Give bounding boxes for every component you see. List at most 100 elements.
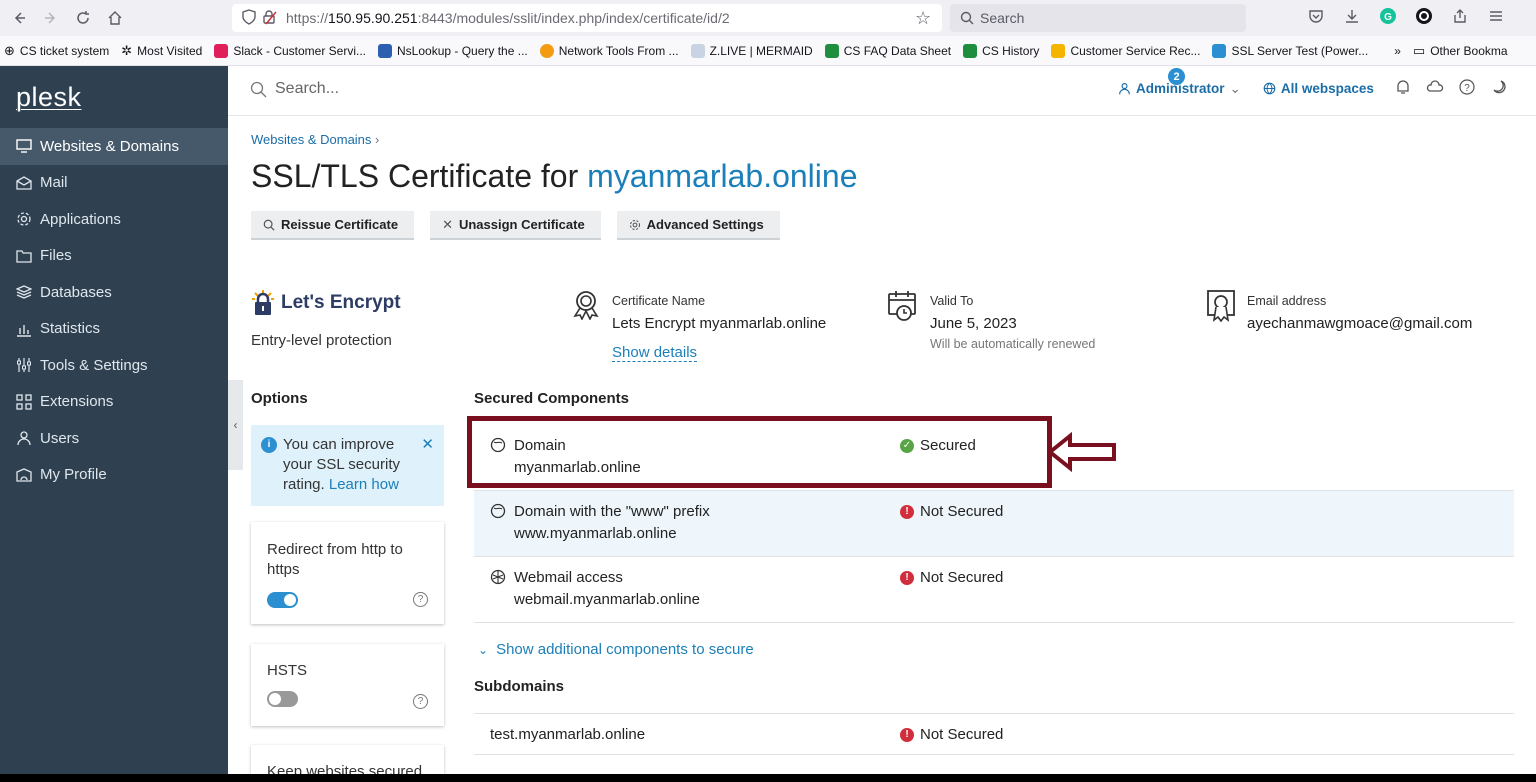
page-title-domain[interactable]: myanmarlab.online xyxy=(587,158,857,194)
mail-icon xyxy=(16,176,32,190)
calendar-clock-icon xyxy=(888,291,916,321)
bar-chart-icon xyxy=(17,324,31,337)
show-details-link[interactable]: Show details xyxy=(612,344,698,362)
user-icon xyxy=(17,431,31,446)
bookmark-item[interactable]: ✲ Most Visited xyxy=(121,43,202,59)
menu-icon[interactable] xyxy=(1485,5,1507,27)
sidebar-item-applications[interactable]: Applications xyxy=(0,201,228,238)
error-icon: ! xyxy=(900,727,914,742)
sidebar-item-files[interactable]: Files xyxy=(0,238,228,275)
forward-icon[interactable] xyxy=(38,5,64,31)
learn-how-link[interactable]: Learn how xyxy=(329,476,399,493)
sidebar-item-websites-domains[interactable]: Websites & Domains xyxy=(0,128,228,165)
bookmark-item[interactable]: ▭ Other Bookma xyxy=(1413,43,1508,59)
sidebar-item-extensions[interactable]: Extensions xyxy=(0,384,228,421)
browser-search[interactable]: Search xyxy=(950,4,1246,32)
bookmark-item[interactable]: Network Tools From ... xyxy=(539,43,679,58)
subdomains-heading: Subdomains xyxy=(474,678,565,695)
sheets-icon xyxy=(824,43,839,58)
sidebar-item-users[interactable]: Users xyxy=(0,420,228,457)
cloud-icon[interactable] xyxy=(1426,78,1444,99)
search-icon xyxy=(960,11,974,25)
valid-to-block: Valid To June 5, 2023 Will be automatica… xyxy=(888,290,1095,351)
bell-icon[interactable] xyxy=(1394,78,1412,99)
folder-icon xyxy=(16,250,32,263)
table-row[interactable]: Webmail access webmail.myanmarlab.online … xyxy=(474,557,1514,623)
chevron-down-icon: ⌄ xyxy=(478,642,489,657)
sidebar-collapse-handle[interactable]: ‹ xyxy=(228,380,243,470)
dark-mode-icon[interactable] xyxy=(1490,78,1508,99)
help-icon[interactable]: ? xyxy=(1458,78,1476,99)
plesk-logo[interactable]: plesk xyxy=(0,66,228,128)
url-prefix: https:// xyxy=(286,10,329,26)
bookmark-item[interactable]: SSL Server Test (Power... xyxy=(1212,43,1368,58)
unassign-certificate-button[interactable]: ✕ Unassign Certificate xyxy=(430,211,601,240)
error-icon: ! xyxy=(900,504,914,519)
slack-icon xyxy=(214,43,229,58)
download-icon[interactable] xyxy=(1341,5,1363,27)
bookmark-item[interactable]: Customer Service Rec... xyxy=(1051,43,1200,58)
bookmark-item[interactable]: Slack - Customer Servi... xyxy=(214,43,366,58)
chevron-left-icon: ‹ xyxy=(233,418,238,432)
action-toolbar: Reissue Certificate ✕ Unassign Certifica… xyxy=(251,211,780,240)
pocket-icon[interactable] xyxy=(1305,5,1327,27)
bookmark-star-icon[interactable]: ☆ xyxy=(915,8,931,29)
hsts-label: HSTS xyxy=(267,662,308,679)
lets-encrypt-logo: Let's Encrypt xyxy=(251,290,401,316)
redirect-option-card: Redirect from http to https ? xyxy=(251,522,444,624)
share-icon[interactable] xyxy=(1449,5,1471,27)
status-badge: ! Not Secured xyxy=(900,503,1003,520)
status-badge: ! Not Secured xyxy=(900,569,1003,586)
award-icon xyxy=(573,291,599,320)
grammarly-icon[interactable]: G xyxy=(1377,5,1399,27)
home-icon[interactable] xyxy=(102,5,128,31)
help-icon[interactable]: ? xyxy=(413,694,428,709)
status-badge: ! Not Secured xyxy=(900,726,1003,743)
sidebar-item-mail[interactable]: Mail xyxy=(0,165,228,202)
url-bar[interactable]: https:// 150.95.90.251 :8443/modules/ssl… xyxy=(232,4,942,32)
database-icon xyxy=(16,285,32,299)
gear-icon: ✲ xyxy=(121,42,133,58)
sliders-icon xyxy=(17,358,31,373)
screen: https:// 150.95.90.251 :8443/modules/ssl… xyxy=(0,0,1536,774)
sidebar-item-tools-settings[interactable]: Tools & Settings xyxy=(0,347,228,384)
back-icon[interactable] xyxy=(6,5,32,31)
folder-icon: ▭ xyxy=(1412,42,1426,58)
ssl-lab-icon xyxy=(1212,43,1227,58)
bookmark-item[interactable]: CS FAQ Data Sheet xyxy=(824,43,951,58)
table-row[interactable]: test.myanmarlab.online ! Not Secured xyxy=(474,713,1514,755)
bookmark-item[interactable]: CS History xyxy=(963,43,1039,58)
bookmark-item[interactable]: ⊕ CS ticket system xyxy=(4,43,109,59)
annotation-highlight-box xyxy=(467,416,1052,488)
options-heading: Options xyxy=(251,390,308,407)
sidebar-item-my-profile[interactable]: My Profile xyxy=(0,457,228,494)
extension-icon[interactable] xyxy=(1413,5,1435,27)
certificate-badge-icon xyxy=(1207,290,1235,322)
issuer-block: Let's Encrypt Entry-level protection xyxy=(251,290,401,349)
bookmark-item[interactable]: NsLookup - Query the ... xyxy=(378,43,528,58)
webspaces-menu[interactable]: All webspaces xyxy=(1263,81,1374,96)
advanced-settings-button[interactable]: Advanced Settings xyxy=(616,211,780,240)
bookmark-item[interactable]: Z.LIVE | MERMAID xyxy=(690,43,813,58)
reload-icon[interactable] xyxy=(70,5,96,31)
sidebar-item-databases[interactable]: Databases xyxy=(0,274,228,311)
shield-icon xyxy=(242,8,256,28)
close-tip-icon[interactable]: ✕ xyxy=(421,435,434,506)
help-icon[interactable]: ? xyxy=(413,592,428,607)
chevron-double-right-icon: » xyxy=(1394,43,1401,58)
lets-encrypt-lock-icon xyxy=(252,290,274,315)
table-row[interactable]: Domain with the "www" prefix www.myanmarl… xyxy=(474,491,1514,557)
keep-secured-card: Keep websites secured xyxy=(251,745,444,774)
global-search[interactable]: Search... xyxy=(250,80,339,98)
reissue-certificate-button[interactable]: Reissue Certificate xyxy=(251,211,415,240)
show-additional-components-link[interactable]: ⌄ Show additional components to secure xyxy=(478,641,754,658)
keep-secured-label: Keep websites secured xyxy=(267,763,423,774)
hsts-toggle[interactable] xyxy=(267,691,298,707)
bookmarks-overflow[interactable]: » xyxy=(1394,44,1401,58)
redirect-toggle[interactable] xyxy=(267,592,298,608)
sidebar-item-statistics[interactable]: Statistics xyxy=(0,311,228,348)
chevron-right-icon: › xyxy=(375,132,380,147)
nslookup-icon xyxy=(378,43,393,58)
breadcrumb[interactable]: Websites & Domains › xyxy=(251,132,379,147)
profile-icon xyxy=(16,468,32,482)
